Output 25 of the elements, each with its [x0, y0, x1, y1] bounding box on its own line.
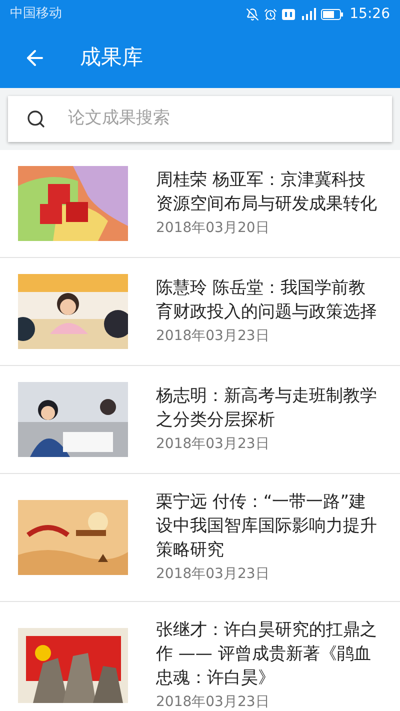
article-item[interactable]: 周桂荣 杨亚军：京津冀科技资源空间布局与研发成果转化 2018年03月20日: [0, 150, 400, 258]
article-title: 陈慧玲 陈岳堂：我国学前教育财政投入的问题与政策选择: [156, 277, 378, 324]
signal-icon: [300, 8, 316, 20]
article-date: 2018年03月23日: [156, 435, 270, 454]
article-title: 栗宁远 付传：“一带一路”建设中我国智库国际影响力提升策略研究: [156, 491, 378, 562]
clock-time: 15:26: [350, 4, 390, 24]
page-title: 成果库: [80, 44, 143, 72]
article-date: 2018年03月23日: [156, 693, 270, 711]
article-date: 2018年03月23日: [156, 327, 270, 346]
hd-icon: [282, 8, 295, 20]
search-field[interactable]: 论文成果搜索: [8, 96, 392, 142]
battery-icon: [320, 8, 343, 20]
article-date: 2018年03月23日: [156, 565, 270, 584]
article-item[interactable]: 陈慧玲 陈岳堂：我国学前教育财政投入的问题与政策选择 2018年03月23日: [0, 258, 400, 366]
carrier-name: 中国移动: [10, 5, 62, 24]
article-item[interactable]: 栗宁远 付传：“一带一路”建设中我国智库国际影响力提升策略研究 2018年03月23日: [0, 474, 400, 602]
article-date: 2018年03月20日: [156, 219, 270, 238]
article-title: 杨志明：新高考与走班制教学之分类分层探析: [156, 385, 378, 432]
search-icon: [26, 109, 46, 129]
article-title: 张继才：许白昊研究的扛鼎之作 —— 评曾成贵新著《鹃血忠魂：许白昊》: [156, 619, 378, 690]
article-item[interactable]: 杨志明：新高考与走班制教学之分类分层探析 2018年03月23日: [0, 366, 400, 474]
article-title: 周桂荣 杨亚军：京津冀科技资源空间布局与研发成果转化: [156, 169, 378, 216]
alarm-icon: [264, 8, 277, 20]
mute-icon: [246, 8, 259, 20]
article-item[interactable]: 张继才：许白昊研究的扛鼎之作 —— 评曾成贵新著《鹃血忠魂：许白昊》 2018年03月23日: [0, 602, 400, 711]
